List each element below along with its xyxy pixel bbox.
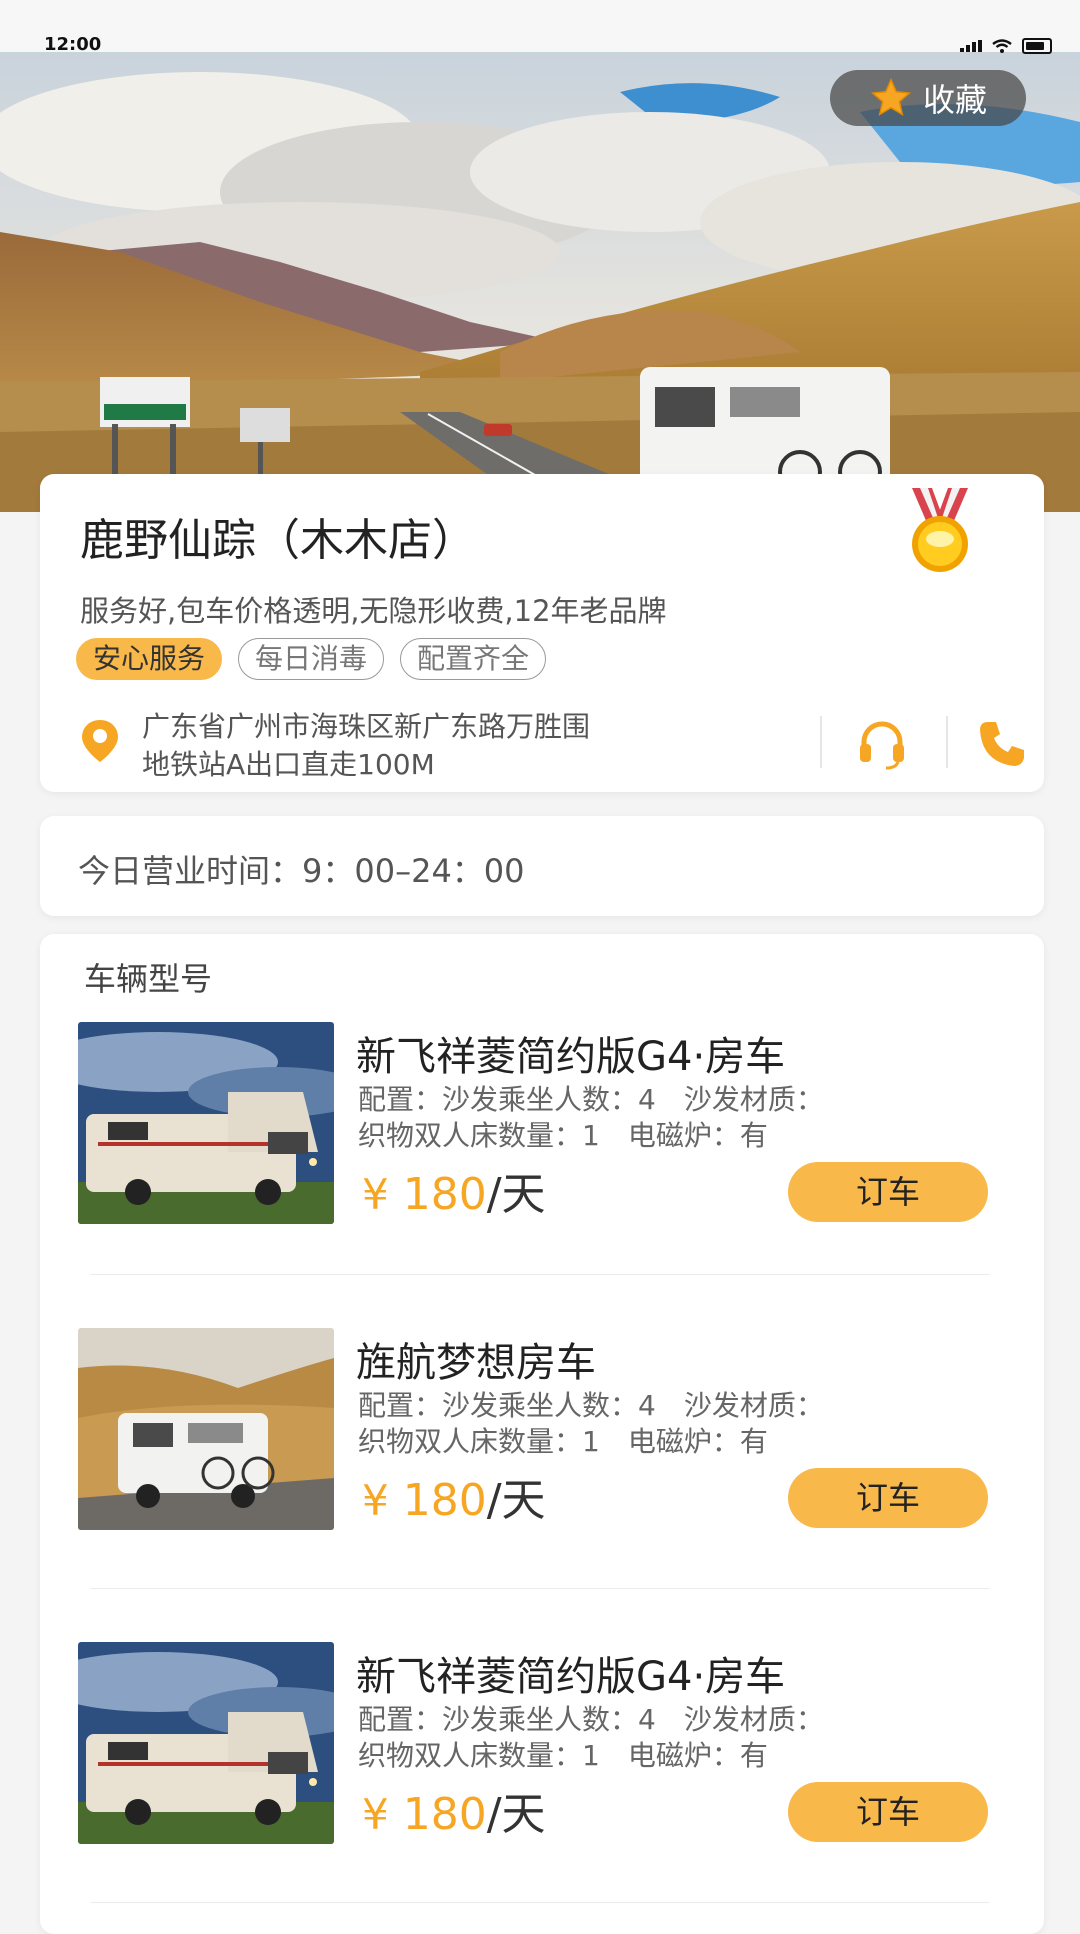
divider [820, 716, 822, 768]
divider [90, 1274, 990, 1275]
price-value: 180 [402, 1475, 487, 1526]
vehicle-specs: 配置：沙发乘坐人数：4 沙发材质： 织物双人床数量：1 电磁炉：有 [358, 1702, 958, 1774]
vehicle-name: 新飞祥菱简约版G4·房车 [356, 1654, 786, 1700]
price-value: 180 [402, 1169, 487, 1220]
status-icons [960, 38, 1052, 54]
book-button[interactable]: 订车 [788, 1162, 988, 1222]
shop-info-card: 鹿野仙踪（木木店） 服务好,包车价格透明,无隐形收费,12年老品牌 安心服务 每… [40, 474, 1044, 792]
price-value: 180 [402, 1789, 487, 1840]
vehicle-name: 新飞祥菱简约版G4·房车 [356, 1034, 786, 1080]
section-title: 车辆型号 [84, 960, 213, 998]
status-bar: 12:00 [0, 0, 1080, 55]
status-time: 12:00 [44, 34, 102, 55]
battery-icon [1022, 38, 1052, 54]
price-symbol: ¥ [362, 1170, 389, 1219]
vehicle-price: ¥ 180/天 [362, 1464, 546, 1528]
location-pin-icon [82, 720, 118, 762]
shop-tags: 安心服务 每日消毒 配置齐全 [76, 638, 547, 680]
vehicle-price: ¥ 180/天 [362, 1778, 546, 1842]
divider [90, 1902, 990, 1903]
shop-name: 鹿野仙踪（木木店） [80, 515, 476, 566]
divider [90, 1588, 990, 1589]
vehicle-item[interactable]: 新飞祥菱简约版G4·房车 配置：沙发乘坐人数：4 沙发材质： 织物双人床数量：1… [40, 1642, 1044, 1862]
vehicle-name: 旌航梦想房车 [356, 1340, 596, 1386]
vehicle-thumbnail [78, 1022, 334, 1224]
book-button[interactable]: 订车 [788, 1782, 988, 1842]
vehicle-specs: 配置：沙发乘坐人数：4 沙发材质： 织物双人床数量：1 电磁炉：有 [358, 1082, 958, 1154]
address-line-2: 地铁站A出口直走100M [142, 748, 435, 781]
vehicle-list-card: 车辆型号 新飞祥菱简约版G4·房车 配置：沙发乘坐人数：4 沙发材质： 织物双人 [40, 934, 1044, 1934]
address-line-1: 广东省广州市海珠区新广东路万胜围 [142, 710, 591, 743]
specs-line: 织物双人床数量：1 电磁炉：有 [358, 1119, 768, 1152]
vehicle-price: ¥ 180/天 [362, 1158, 546, 1222]
price-symbol: ¥ [362, 1790, 389, 1839]
tag-safe-service: 安心服务 [76, 638, 223, 680]
specs-line: 织物双人床数量：1 电磁炉：有 [358, 1739, 768, 1772]
vehicle-thumbnail [78, 1642, 334, 1844]
medal-icon [912, 488, 968, 572]
specs-line: 配置：沙发乘坐人数：4 沙发材质： [358, 1083, 824, 1116]
vehicle-thumbnail [78, 1328, 334, 1530]
favorite-button[interactable]: 收藏 [830, 70, 1026, 126]
specs-line: 配置：沙发乘坐人数：4 沙发材质： [358, 1703, 824, 1736]
tag-full-config: 配置齐全 [400, 638, 547, 680]
tag-daily-disinfection: 每日消毒 [238, 638, 385, 680]
customer-service-icon[interactable] [856, 718, 908, 770]
shop-address[interactable]: 广东省广州市海珠区新广东路万胜围 地铁站A出口直走100M [142, 708, 702, 784]
vehicle-specs: 配置：沙发乘坐人数：4 沙发材质： 织物双人床数量：1 电磁炉：有 [358, 1388, 958, 1460]
star-icon [870, 77, 912, 117]
price-symbol: ¥ [362, 1476, 389, 1525]
wifi-icon [992, 39, 1012, 53]
favorite-label: 收藏 [922, 81, 987, 119]
phone-icon[interactable] [976, 718, 1028, 770]
shop-description: 服务好,包车价格透明,无隐形收费,12年老品牌 [80, 594, 667, 628]
divider [946, 716, 948, 768]
price-unit: /天 [486, 1169, 546, 1220]
signal-icon [960, 40, 982, 52]
specs-line: 织物双人床数量：1 电磁炉：有 [358, 1425, 768, 1458]
vehicle-item[interactable]: 新飞祥菱简约版G4·房车 配置：沙发乘坐人数：4 沙发材质： 织物双人床数量：1… [40, 1022, 1044, 1242]
vehicle-item[interactable]: 旌航梦想房车 配置：沙发乘坐人数：4 沙发材质： 织物双人床数量：1 电磁炉：有… [40, 1328, 1044, 1548]
business-hours-card: 今日营业时间：9：00–24：00 [40, 816, 1044, 916]
price-unit: /天 [486, 1789, 546, 1840]
specs-line: 配置：沙发乘坐人数：4 沙发材质： [358, 1389, 824, 1422]
business-hours: 今日营业时间：9：00–24：00 [78, 852, 525, 890]
price-unit: /天 [486, 1475, 546, 1526]
book-button[interactable]: 订车 [788, 1468, 988, 1528]
address-row: 广东省广州市海珠区新广东路万胜围 地铁站A出口直走100M [76, 708, 1024, 781]
